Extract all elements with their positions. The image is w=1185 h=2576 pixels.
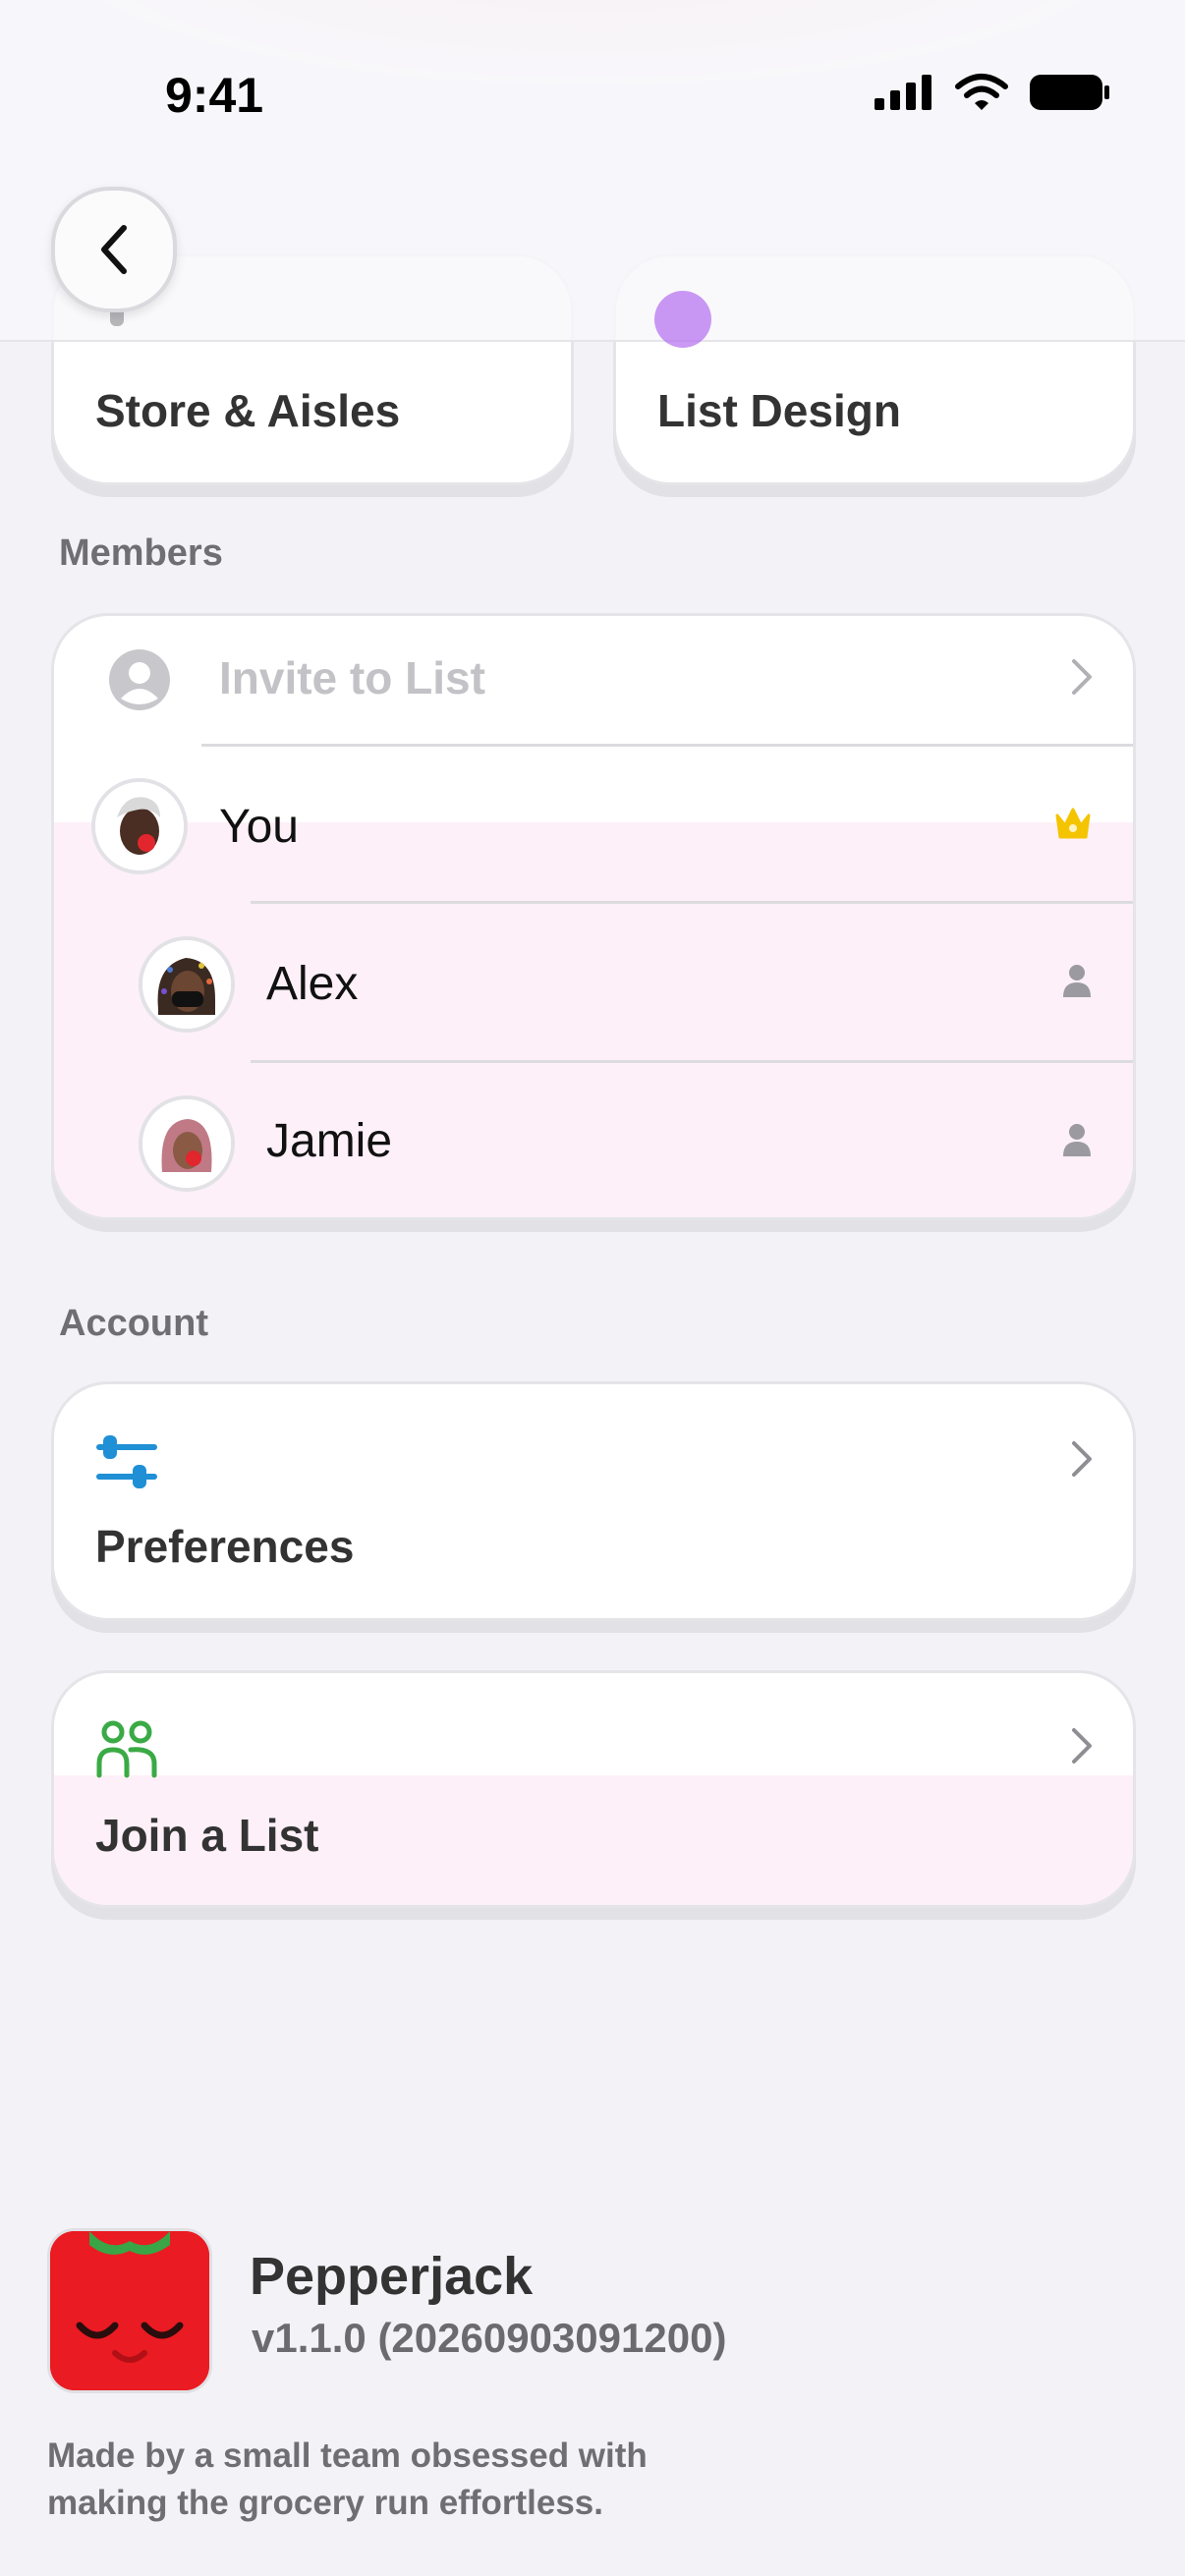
members-section-title: Members [59,532,223,574]
crown-icon [1054,806,1092,846]
member-name-you: You [219,801,299,853]
sliders-icon [95,1433,158,1495]
invite-row[interactable]: Invite to List [54,616,1133,744]
palette-icon-faded [654,291,711,348]
member-name-alex: Alex [266,958,359,1010]
store-aisles-label: Store & Aisles [95,385,401,436]
invite-label: Invite to List [219,652,485,703]
account-section-title: Account [59,1303,208,1344]
tagline: Made by a small team obsessed with makin… [47,2436,648,2522]
person-icon [1062,1122,1092,1162]
list-design-label: List Design [657,385,901,436]
join-list-card[interactable]: Join a List [51,1670,1136,1908]
preferences-card[interactable]: Preferences [51,1381,1136,1621]
person-icon [1062,963,1092,1003]
app-logo [47,2228,212,2393]
app-version: v1.1.0 (20260903091200) [252,2315,727,2361]
people-icon [95,1720,158,1784]
member-row-alex[interactable]: Alex [54,904,1133,1061]
member-row-you[interactable]: You [54,747,1133,904]
avatar-you [91,778,188,874]
wifi-icon [955,73,1008,117]
chevron-right-icon [1070,1726,1094,1770]
chevron-left-icon [101,225,127,274]
member-name-jamie: Jamie [266,1115,393,1167]
status-bar: 9:41 [0,0,1185,196]
cellular-signal-icon [875,75,933,115]
battery-icon [1030,73,1110,117]
preferences-label: Preferences [95,1521,355,1572]
chevron-right-icon [1070,1439,1094,1484]
avatar-alex [139,936,235,1033]
member-row-jamie[interactable]: Jamie [54,1063,1133,1217]
status-time: 9:41 [165,68,264,123]
avatar-jamie [139,1095,235,1192]
person-placeholder-icon [109,649,170,715]
members-card: Invite to List You Alex Jamie [51,613,1136,1220]
chevron-right-icon [1070,657,1094,701]
join-list-label: Join a List [95,1810,319,1861]
app-name: Pepperjack [250,2247,534,2306]
back-button[interactable] [51,187,177,312]
